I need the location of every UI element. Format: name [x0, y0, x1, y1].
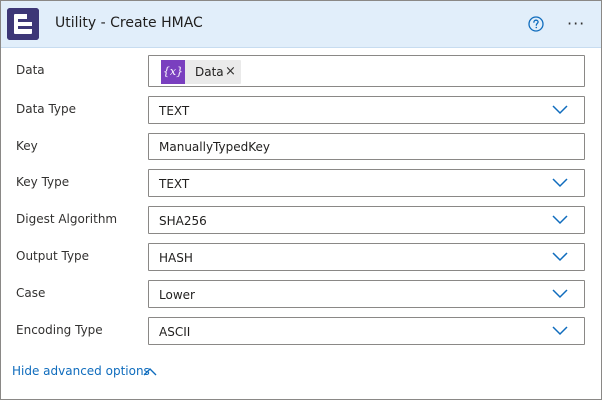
key-value: ManuallyTypedKey: [159, 140, 270, 154]
hide-advanced-options-link[interactable]: Hide advanced options: [12, 364, 150, 378]
field-label-output-type: Output Type: [16, 249, 90, 263]
field-label-key-type: Key Type: [16, 175, 70, 189]
chevron-down-icon[interactable]: [552, 289, 568, 299]
action-card: Utility - Create HMAC ··· Data {x} Data …: [0, 0, 602, 400]
card-header[interactable]: Utility - Create HMAC ···: [1, 1, 601, 48]
field-label-data: Data: [16, 63, 45, 77]
question-circle-icon[interactable]: [528, 16, 544, 32]
chevron-down-icon[interactable]: [552, 326, 568, 336]
chevron-down-icon[interactable]: [552, 178, 568, 188]
data-type-dropdown[interactable]: TEXT: [148, 96, 585, 124]
field-label-data-type: Data Type: [16, 102, 77, 116]
dropdown-value: TEXT: [159, 104, 190, 118]
ellipsis-icon[interactable]: ···: [567, 15, 591, 33]
dynamic-content-token[interactable]: {x} Data ×: [161, 60, 241, 84]
dropdown-value: SHA256: [159, 214, 207, 228]
field-label-key: Key: [16, 139, 38, 153]
variable-icon: {x}: [161, 60, 185, 84]
card-title: Utility - Create HMAC: [55, 15, 203, 31]
dropdown-value: ASCII: [159, 325, 191, 339]
token-label: Data: [195, 65, 224, 79]
key-input[interactable]: ManuallyTypedKey: [148, 133, 585, 160]
case-dropdown[interactable]: Lower: [148, 280, 585, 308]
chevron-down-icon[interactable]: [552, 252, 568, 262]
close-icon[interactable]: ×: [225, 64, 236, 79]
dropdown-value: TEXT: [159, 177, 190, 191]
chevron-up-icon[interactable]: [143, 367, 157, 376]
output-type-dropdown[interactable]: HASH: [148, 243, 585, 271]
chevron-down-icon[interactable]: [552, 105, 568, 115]
chevron-down-icon[interactable]: [552, 215, 568, 225]
field-label-encoding-type: Encoding Type: [16, 323, 103, 337]
digest-algorithm-dropdown[interactable]: SHA256: [148, 206, 585, 234]
field-label-case: Case: [16, 286, 46, 300]
key-type-dropdown[interactable]: TEXT: [148, 169, 585, 197]
encodian-logo-icon: [7, 8, 39, 40]
field-label-digest-algorithm: Digest Algorithm: [16, 212, 118, 226]
data-input[interactable]: {x} Data ×: [148, 55, 585, 87]
dropdown-value: Lower: [159, 288, 195, 302]
dropdown-value: HASH: [159, 251, 193, 265]
encoding-type-dropdown[interactable]: ASCII: [148, 317, 585, 345]
